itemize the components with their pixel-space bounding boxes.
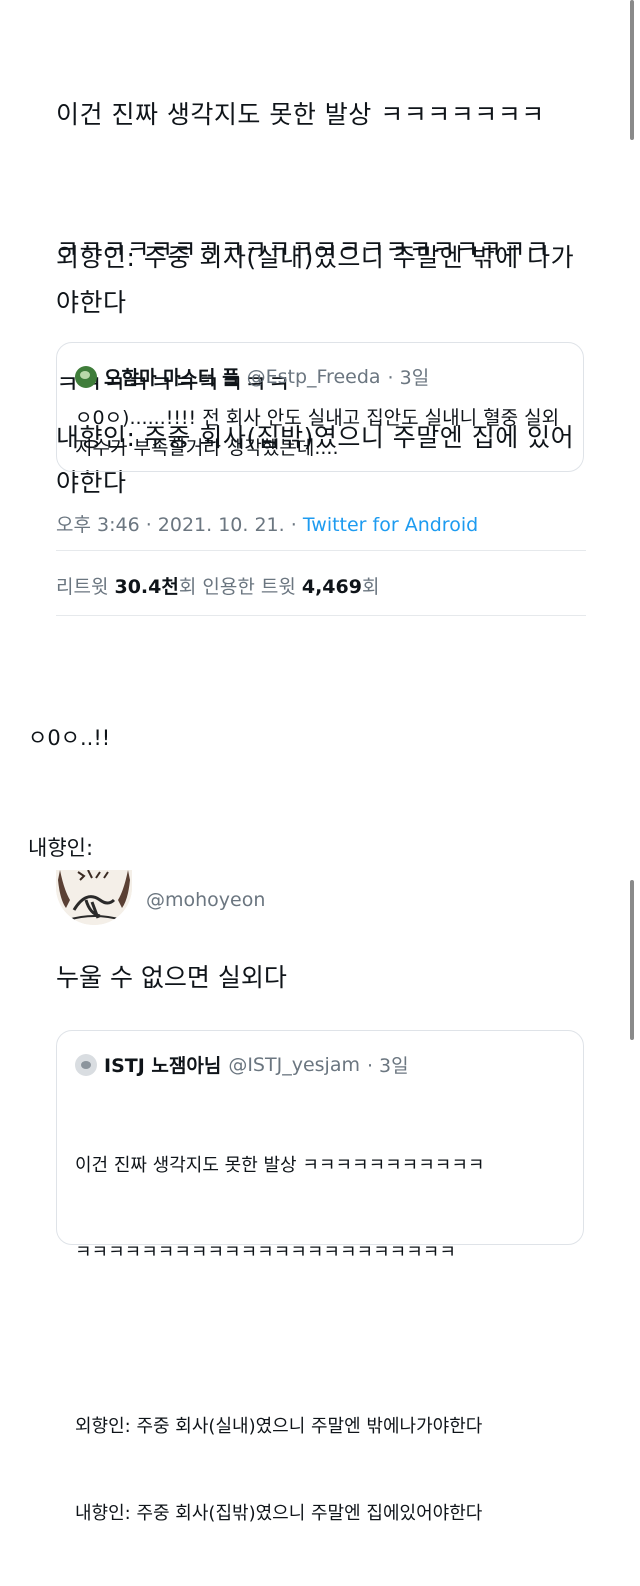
quoted-tweet-1-header: 오함마 마스터 플 @Estp_Freeda · 3일 xyxy=(75,363,429,390)
extrovert-text: 외향인: 주중 회사(실내)였으니 주말엔 밖에 나가야한다 xyxy=(56,243,575,317)
quote-count[interactable]: 4,469 xyxy=(302,576,362,598)
divider xyxy=(56,615,586,616)
avatar[interactable] xyxy=(56,870,132,925)
avatar-icon[interactable] xyxy=(75,365,97,388)
quoted-tweet-1-age: · 3일 xyxy=(387,367,430,389)
quoted-tweet-2-line-2: ㅋㅋㅋㅋㅋㅋㅋㅋㅋㅋㅋㅋㅋㅋㅋㅋㅋㅋㅋㅋㅋㅋㅋ xyxy=(75,1242,456,1263)
retweet-label: 리트윗 xyxy=(56,576,115,598)
tweet-timestamp: 오후 3:46 · 2021. 10. 21. · Twitter for An… xyxy=(56,510,478,537)
tweet-time[interactable]: 오후 3:46 · 2021. 10. 21. · xyxy=(56,514,303,536)
quoted-tweet-2-line-1: 이건 진짜 생각지도 못한 발상 ㅋㅋㅋㅋㅋㅋㅋㅋㅋㅋㅋ xyxy=(75,1155,485,1176)
divider xyxy=(56,550,586,551)
quoted-tweet-1-name[interactable]: 오함마 마스터 플 xyxy=(104,363,240,390)
tweet-2-handle[interactable]: @mohoyeon xyxy=(146,889,265,911)
quoted-tweet-1[interactable]: 오함마 마스터 플 @Estp_Freeda · 3일 ㅇ0ㅇ)......!!… xyxy=(56,342,584,472)
quote-suffix: 회 xyxy=(361,576,380,598)
scrollbar-top[interactable] xyxy=(630,0,634,140)
tweet-stats: 리트윗 30.4천회 인용한 트윗 4,469회 xyxy=(56,572,379,599)
quoted-tweet-2-name[interactable]: ISTJ 노잼아님 xyxy=(104,1051,221,1078)
scrollbar-bottom[interactable] xyxy=(630,880,634,1040)
quoted-tweet-2-text: 이건 진짜 생각지도 못한 발상 ㅋㅋㅋㅋㅋㅋㅋㅋㅋㅋㅋ ㅋㅋㅋㅋㅋㅋㅋㅋㅋㅋㅋ… xyxy=(75,1093,580,1586)
quoted-tweet-2[interactable]: ISTJ 노잼아님 @ISTJ_yesjam · 3일 이건 진짜 생각지도 못… xyxy=(56,1030,584,1524)
tweet-source-link[interactable]: Twitter for Android xyxy=(303,514,478,536)
quoted-tweet-1-handle[interactable]: @Estp_Freeda xyxy=(247,366,381,388)
quoted-tweet-2-age: · 3일 xyxy=(366,1055,409,1077)
retweet-suffix: 회 인용한 트윗 xyxy=(178,576,302,598)
avatar-icon[interactable] xyxy=(75,1053,97,1076)
quoted-tweet-2-header: ISTJ 노잼아님 @ISTJ_yesjam · 3일 xyxy=(75,1051,409,1078)
caption-1: ㅇ0ㅇ..!! xyxy=(28,726,111,750)
tweet-2-text: 누울 수 없으면 실외다 xyxy=(56,963,287,992)
caption-2: 내향인: xyxy=(28,836,94,860)
quoted-tweet-2-handle[interactable]: @ISTJ_yesjam xyxy=(228,1054,360,1076)
tweet-1-line-1: 이건 진짜 생각지도 못한 발상 ㅋㅋㅋㅋㅋㅋㅋ xyxy=(56,100,545,129)
quoted-tweet-1-text: ㅇ0ㅇ)......!!!! 전 회사 안도 실내고 집안도 실내니 혈중 실외… xyxy=(75,407,560,459)
retweet-count[interactable]: 30.4천 xyxy=(114,576,178,598)
quoted-tweet-2-line-4: 내향인: 주중 회사(집밖)였으니 주말엔 집에있어야한다 xyxy=(75,1503,483,1524)
quoted-tweet-2-line-3: 외향인: 주중 회사(실내)였으니 주말엔 밖에나가야한다 xyxy=(75,1416,483,1437)
